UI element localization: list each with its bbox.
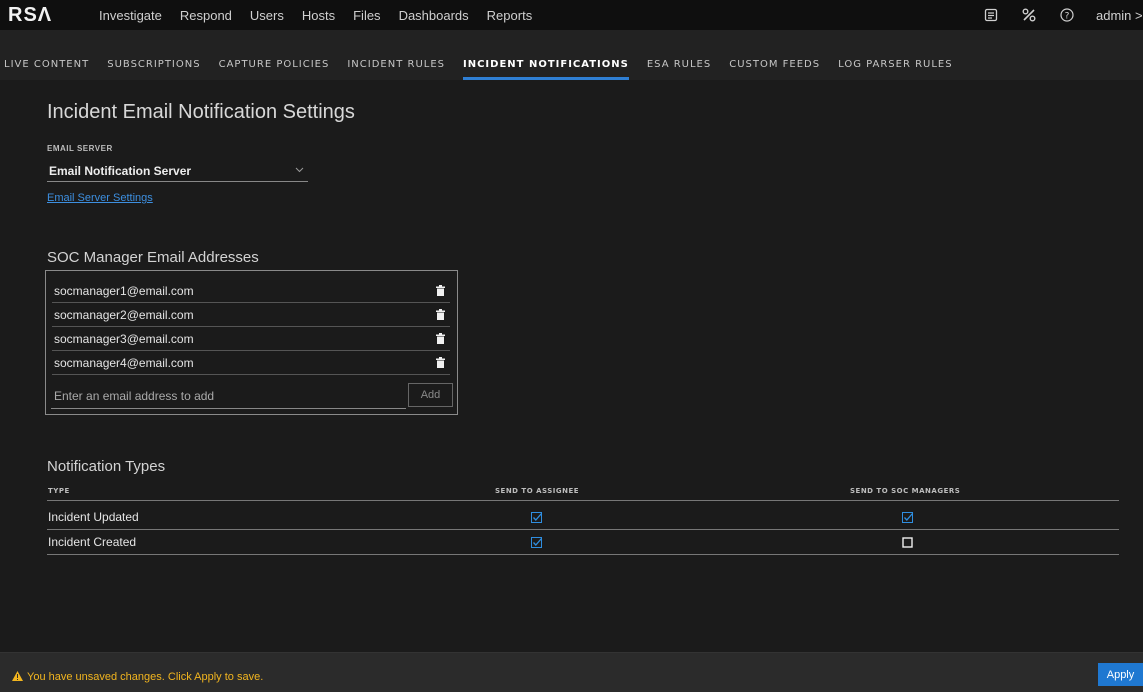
notification-type-name: Incident Created <box>48 535 137 549</box>
nav-item-dashboards[interactable]: Dashboards <box>399 8 469 23</box>
email-server-label: EMAIL SERVER <box>47 144 113 153</box>
table-row: Incident Created <box>47 530 1119 555</box>
tab-live-content[interactable]: LIVE CONTENT <box>4 59 89 78</box>
nav-item-respond[interactable]: Respond <box>180 8 232 23</box>
tools-icon[interactable] <box>1020 6 1038 24</box>
column-header-type: TYPE <box>48 487 70 495</box>
tab-esa-rules[interactable]: ESA RULES <box>647 59 711 78</box>
unsaved-warning: You have unsaved changes. Click Apply to… <box>12 669 263 684</box>
email-server-select[interactable]: Email Notification Server <box>47 160 308 182</box>
column-header-send-to-assignee: SEND TO ASSIGNEE <box>495 487 580 495</box>
unsaved-changes-bar: You have unsaved changes. Click Apply to… <box>0 652 1143 692</box>
nav-item-investigate[interactable]: Investigate <box>99 8 162 23</box>
warning-icon <box>12 669 23 684</box>
soc-section-title: SOC Manager Email Addresses <box>47 249 259 266</box>
email-server-settings-link[interactable]: Email Server Settings <box>47 192 153 204</box>
table-row: Incident Updated <box>47 505 1119 530</box>
chevron-down-icon <box>295 165 304 176</box>
column-header-send-to-soc-managers: SEND TO SOC MANAGERS <box>850 487 961 495</box>
trash-icon[interactable] <box>436 332 446 345</box>
nav-item-users[interactable]: Users <box>250 8 284 23</box>
email-address: socmanager4@email.com <box>54 355 194 370</box>
top-nav-bar: RSΛ Investigate Respond Users Hosts File… <box>0 0 1143 30</box>
svg-text:?: ? <box>1065 11 1070 21</box>
user-menu[interactable]: admin > <box>1096 8 1143 23</box>
email-address: socmanager2@email.com <box>54 307 194 322</box>
add-email-button[interactable]: Add <box>408 383 453 407</box>
tab-custom-feeds[interactable]: CUSTOM FEEDS <box>729 59 820 78</box>
email-server-value: Email Notification Server <box>49 163 192 178</box>
help-icon[interactable]: ? <box>1058 6 1076 24</box>
page-title: Incident Email Notification Settings <box>47 101 355 123</box>
notification-types-title: Notification Types <box>47 458 166 475</box>
add-email-input[interactable] <box>51 383 406 409</box>
nav-item-reports[interactable]: Reports <box>487 8 533 23</box>
rsa-logo[interactable]: RSΛ <box>8 4 52 26</box>
notification-type-name: Incident Updated <box>48 510 139 524</box>
trash-icon[interactable] <box>436 308 446 321</box>
tab-log-parser-rules[interactable]: LOG PARSER RULES <box>838 59 953 78</box>
nav-item-files[interactable]: Files <box>353 8 380 23</box>
email-address: socmanager3@email.com <box>54 331 194 346</box>
soc-email-list: socmanager1@email.com socmanager2@email.… <box>45 270 458 415</box>
tab-incident-notifications[interactable]: INCIDENT NOTIFICATIONS <box>463 59 629 80</box>
nav-item-hosts[interactable]: Hosts <box>302 8 335 23</box>
unsaved-warning-text: You have unsaved changes. Click Apply to… <box>27 670 264 683</box>
tab-subscriptions[interactable]: SUBSCRIPTIONS <box>107 59 200 78</box>
config-tabs: LIVE CONTENT SUBSCRIPTIONS CAPTURE POLIC… <box>4 59 971 80</box>
subnav-background <box>0 30 1143 49</box>
email-list-item: socmanager2@email.com <box>52 303 450 327</box>
table-header-divider <box>47 500 1119 501</box>
tab-capture-policies[interactable]: CAPTURE POLICIES <box>219 59 330 78</box>
email-address: socmanager1@email.com <box>54 283 194 298</box>
trash-icon[interactable] <box>436 284 446 297</box>
send-to-assignee-checkbox[interactable] <box>531 511 542 523</box>
apply-button[interactable]: Apply <box>1098 663 1143 686</box>
send-to-assignee-checkbox[interactable] <box>531 536 542 548</box>
notes-icon[interactable] <box>982 6 1000 24</box>
trash-icon[interactable] <box>436 356 446 369</box>
send-to-soc-managers-checkbox[interactable] <box>902 511 913 523</box>
email-list-item: socmanager4@email.com <box>52 351 450 375</box>
email-list-item: socmanager3@email.com <box>52 327 450 351</box>
tab-incident-rules[interactable]: INCIDENT RULES <box>347 59 445 78</box>
send-to-soc-managers-checkbox[interactable] <box>902 536 913 548</box>
email-list-item: socmanager1@email.com <box>52 279 450 303</box>
main-nav: Investigate Respond Users Hosts Files Da… <box>99 0 550 30</box>
